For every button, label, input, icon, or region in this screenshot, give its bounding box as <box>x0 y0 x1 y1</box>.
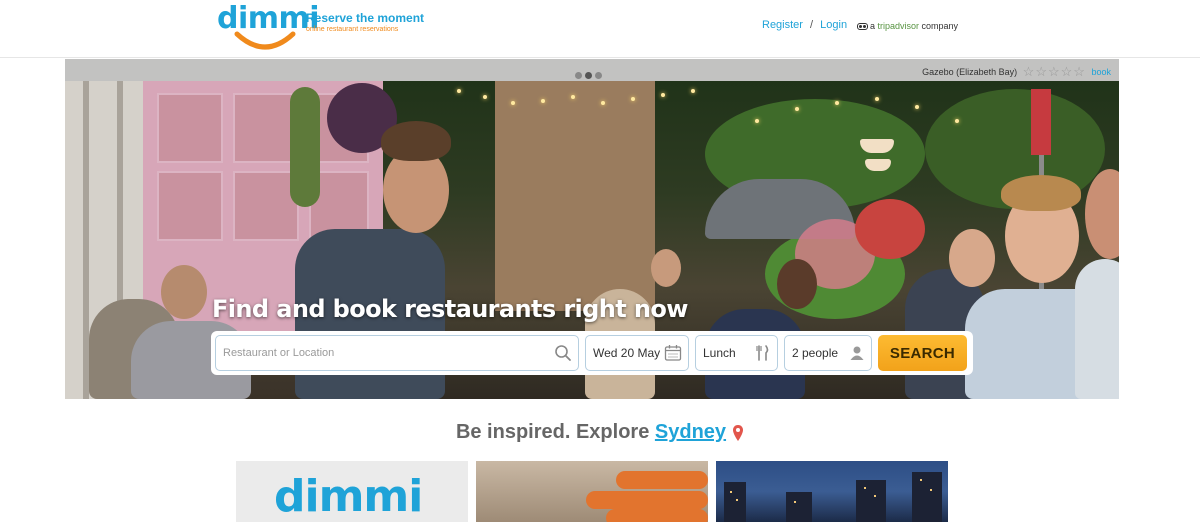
tagline-main: Reserve the moment <box>306 11 425 25</box>
diner-head <box>949 229 995 287</box>
explore-heading: Be inspired. Explore Sydney <box>0 421 1200 444</box>
fairy-light <box>875 97 879 101</box>
dimmi-logo[interactable]: dimmi <box>217 4 320 52</box>
meal-selector[interactable]: Lunch <box>695 335 778 371</box>
city-light <box>794 501 796 503</box>
fairy-light <box>571 95 575 99</box>
hero-headline: Find and book restaurants right now <box>212 295 688 323</box>
fairy-light <box>691 89 695 93</box>
company-prefix: a <box>870 21 878 31</box>
tripadvisor-badge[interactable]: a tripadvisor company <box>857 21 958 31</box>
fairy-light <box>601 101 605 105</box>
hero-lamp <box>860 139 894 153</box>
explore-city-link[interactable]: Sydney <box>655 421 726 443</box>
tile-brand-wordmark: dimmi <box>274 471 423 522</box>
hero-street-sign <box>1031 89 1051 155</box>
link-separator: / <box>810 19 814 32</box>
meal-value: Lunch <box>703 346 736 360</box>
party-size-selector[interactable]: 2 people <box>784 335 872 371</box>
city-light <box>874 495 876 497</box>
hero-wood-wall <box>495 81 655 311</box>
explore-prefix: Be inspired. Explore <box>455 421 655 443</box>
diner-head <box>651 249 681 287</box>
venue-book-link[interactable]: book <box>1091 67 1111 77</box>
date-value: Wed 20 May <box>593 346 661 360</box>
city-light <box>920 479 922 481</box>
search-button[interactable]: SEARCH <box>878 335 967 371</box>
food-image-carrot <box>616 471 708 489</box>
site-header: dimmi Reserve the moment online restaura… <box>0 0 1200 58</box>
fairy-light <box>511 101 515 105</box>
city-building <box>856 480 886 522</box>
diner-head <box>161 265 207 319</box>
search-bar: Restaurant or Location Wed 20 May Lunch <box>211 331 973 375</box>
brand-tagline: Reserve the moment online restaurant res… <box>306 12 424 34</box>
fairy-light <box>795 107 799 111</box>
venue-name[interactable]: Gazebo (Elizabeth Bay) <box>922 67 1017 77</box>
fairy-light <box>955 119 959 123</box>
cutlery-icon <box>756 345 769 361</box>
carousel-dot[interactable] <box>595 72 602 79</box>
fairy-light <box>915 105 919 109</box>
waiter-hair <box>381 121 451 161</box>
fairy-light <box>661 93 665 97</box>
city-building <box>724 482 746 522</box>
diner-head <box>777 259 817 309</box>
food-image-carrot <box>586 491 708 509</box>
tagline-sub: online restaurant reservations <box>306 26 399 33</box>
account-links: Register / Login <box>762 19 847 31</box>
company-suffix: company <box>919 21 959 31</box>
featured-venue: Gazebo (Elizabeth Bay) ☆☆☆☆☆ book <box>922 64 1111 80</box>
hero-red-flowers <box>855 199 925 259</box>
map-pin-icon[interactable] <box>732 424 744 442</box>
location-search-input[interactable]: Restaurant or Location <box>215 335 579 371</box>
city-light <box>864 487 866 489</box>
location-placeholder: Restaurant or Location <box>223 347 335 359</box>
hanging-plant <box>290 87 320 207</box>
carousel-dots[interactable] <box>575 66 605 84</box>
food-image-carrot <box>606 509 708 522</box>
city-light <box>736 499 738 501</box>
carousel-bar: Gazebo (Elizabeth Bay) ☆☆☆☆☆ book <box>65 59 1119 81</box>
inspiration-tile-food[interactable] <box>476 461 708 522</box>
date-picker[interactable]: Wed 20 May <box>585 335 689 371</box>
login-link[interactable]: Login <box>820 19 847 31</box>
fairy-light <box>483 95 487 99</box>
fairy-light <box>835 101 839 105</box>
city-building <box>786 492 812 522</box>
city-light <box>930 489 932 491</box>
people-value: 2 people <box>792 346 839 360</box>
register-link[interactable]: Register <box>762 19 803 31</box>
smile-icon <box>234 31 296 50</box>
tripadvisor-owl-icon <box>857 23 868 31</box>
diner-hair <box>1001 175 1081 211</box>
city-light <box>730 491 732 493</box>
hero-banner: Gazebo (Elizabeth Bay) ☆☆☆☆☆ book Find a… <box>65 59 1119 399</box>
inspiration-tile-dimmi[interactable]: dimmi <box>236 461 468 522</box>
search-icon <box>555 345 571 361</box>
person-icon <box>850 346 864 360</box>
diner-edge <box>1075 259 1119 399</box>
hero-lamp-lower <box>865 159 891 171</box>
fairy-light <box>541 99 545 103</box>
carousel-dot[interactable] <box>575 72 582 79</box>
company-name: tripadvisor <box>877 21 920 31</box>
city-building <box>912 472 942 522</box>
calendar-icon <box>664 345 682 361</box>
fairy-light <box>457 89 461 93</box>
fairy-light <box>631 97 635 101</box>
door-panel <box>157 93 223 163</box>
carousel-dot-active[interactable] <box>585 72 592 79</box>
inspiration-tile-city[interactable] <box>716 461 948 522</box>
rating-stars-icon: ☆☆☆☆☆ <box>1022 64 1086 79</box>
door-panel <box>157 171 223 241</box>
fairy-light <box>755 119 759 123</box>
